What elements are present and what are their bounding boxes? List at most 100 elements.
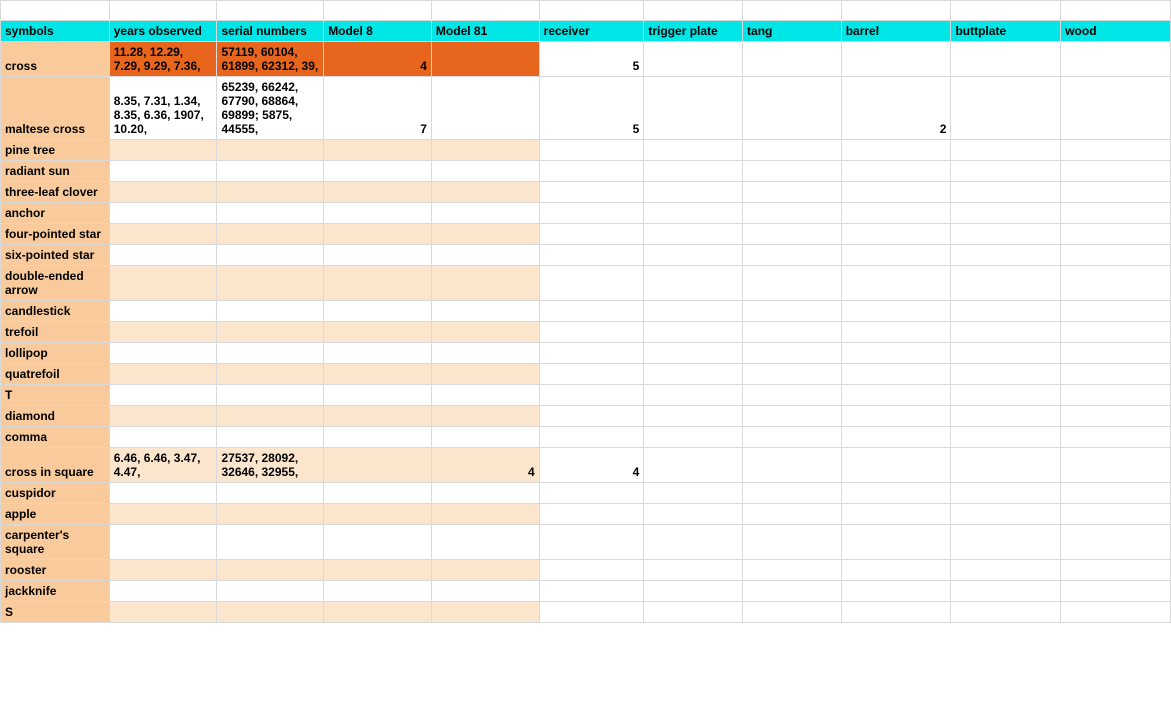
table-row[interactable]: apple [1,504,1171,525]
cell[interactable] [644,364,743,385]
cell[interactable]: carpenter's square [1,525,110,560]
cell[interactable] [1061,301,1171,322]
cell[interactable] [951,42,1061,77]
cell[interactable] [324,560,432,581]
cell[interactable] [431,560,539,581]
cell[interactable] [539,602,644,623]
cell[interactable]: T [1,385,110,406]
cell[interactable] [109,504,217,525]
cell[interactable] [743,427,842,448]
cell[interactable] [217,406,324,427]
cell[interactable] [644,224,743,245]
cell[interactable] [539,245,644,266]
cell[interactable] [743,42,842,77]
cell[interactable] [951,343,1061,364]
cell[interactable] [743,364,842,385]
table-row[interactable]: anchor [1,203,1171,224]
cell[interactable] [841,245,951,266]
cell[interactable] [324,602,432,623]
cell[interactable]: apple [1,504,110,525]
cell[interactable]: jackknife [1,581,110,602]
cell[interactable] [109,322,217,343]
cell[interactable]: 7 [324,77,432,140]
cell[interactable] [431,322,539,343]
cell[interactable]: cuspidor [1,483,110,504]
cell[interactable]: 4 [324,42,432,77]
cell[interactable] [109,161,217,182]
cell[interactable] [217,385,324,406]
header-buttplate[interactable]: buttplate [951,21,1061,42]
table-row[interactable]: trefoil [1,322,1171,343]
cell[interactable] [951,427,1061,448]
table-row[interactable]: carpenter's square [1,525,1171,560]
cell[interactable] [841,448,951,483]
cell[interactable] [431,504,539,525]
cell[interactable] [951,203,1061,224]
cell[interactable] [217,504,324,525]
cell[interactable] [324,301,432,322]
cell[interactable] [109,385,217,406]
cell[interactable] [951,504,1061,525]
cell[interactable] [644,385,743,406]
cell[interactable] [841,161,951,182]
cell[interactable] [644,301,743,322]
cell[interactable]: four-pointed star [1,224,110,245]
cell[interactable] [841,301,951,322]
cell[interactable] [841,42,951,77]
cell[interactable] [743,448,842,483]
cell[interactable] [109,560,217,581]
cell[interactable] [431,224,539,245]
cell[interactable] [951,483,1061,504]
cell[interactable] [841,581,951,602]
cell[interactable] [841,427,951,448]
cell[interactable] [109,224,217,245]
cell[interactable] [1061,224,1171,245]
cell[interactable] [1061,560,1171,581]
cell[interactable]: 6.46, 6.46, 3.47, 4.47, [109,448,217,483]
cell[interactable] [644,322,743,343]
cell[interactable] [109,343,217,364]
cell[interactable] [324,483,432,504]
cell[interactable] [951,245,1061,266]
cell[interactable] [644,42,743,77]
cell[interactable] [951,182,1061,203]
cell[interactable] [743,581,842,602]
cell[interactable]: 2 [841,77,951,140]
cell[interactable] [1061,602,1171,623]
cell[interactable] [644,140,743,161]
table-row[interactable]: T [1,385,1171,406]
cell[interactable] [109,406,217,427]
cell[interactable] [644,581,743,602]
cell[interactable] [841,385,951,406]
cell[interactable] [644,525,743,560]
cell[interactable] [841,483,951,504]
cell[interactable] [539,385,644,406]
cell[interactable] [841,525,951,560]
cell[interactable] [951,448,1061,483]
cell[interactable]: three-leaf clover [1,182,110,203]
cell[interactable] [644,504,743,525]
cell[interactable]: pine tree [1,140,110,161]
cell[interactable] [217,182,324,203]
cell[interactable] [644,483,743,504]
cell[interactable] [324,182,432,203]
cell[interactable] [431,301,539,322]
cell[interactable] [217,245,324,266]
cell[interactable] [951,322,1061,343]
cell[interactable] [324,406,432,427]
cell[interactable]: quatrefoil [1,364,110,385]
cell[interactable] [431,182,539,203]
cell[interactable]: 4 [539,448,644,483]
cell[interactable] [1061,385,1171,406]
cell[interactable] [539,182,644,203]
cell[interactable] [841,224,951,245]
cell[interactable] [539,581,644,602]
cell[interactable] [1061,364,1171,385]
cell[interactable]: radiant sun [1,161,110,182]
cell[interactable] [743,343,842,364]
cell[interactable] [951,266,1061,301]
cell[interactable] [1061,343,1171,364]
cell[interactable] [109,266,217,301]
header-symbols[interactable]: symbols [1,21,110,42]
cell[interactable] [109,602,217,623]
